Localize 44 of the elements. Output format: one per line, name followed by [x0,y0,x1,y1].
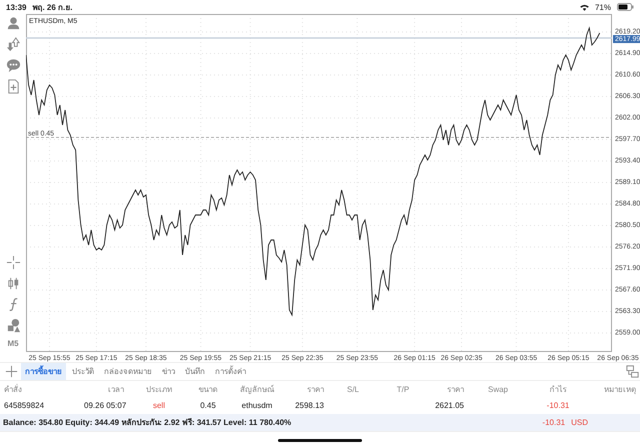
status-date: พฤ. 26 ก.ย. [32,2,72,14]
tab[interactable]: ประวัติ [68,363,98,380]
column-header: Swap [486,384,509,394]
objects-icon[interactable] [6,318,20,333]
tab[interactable]: กล่องจดหมาย [100,363,156,380]
tab[interactable]: บันทึก [181,363,209,380]
tab[interactable]: ข่าว [158,363,179,380]
battery-icon [617,3,634,11]
column-header: ประเภท [145,384,173,396]
table-cell-text: sell [152,401,166,410]
tab[interactable]: การตั้งค่า [211,363,250,380]
table-cell-text: 2621.05 [434,401,465,410]
table-cell-text: 645859824 [3,401,46,410]
table-cell-text: 2598.13 [294,401,325,410]
timeframe-button[interactable]: M5 [7,339,19,348]
column-header: กำไร [548,384,568,396]
total-profit: -10.31 [542,418,566,427]
crosshair-icon[interactable] [6,255,20,270]
account-summary: Balance: 354.80 Equity: 344.49 หลักประกัน: 2.92 ฟรี: 341.57 Level: 11 780.40% [3,417,292,429]
status-time: 13:39 [6,2,26,12]
table-cell-text: ethusdm [240,401,274,410]
layout-icon[interactable] [625,364,640,379]
column-header: หมายเหตุ [603,384,637,396]
column-header: ราคา [306,384,325,396]
candles-icon[interactable] [6,276,20,291]
trade-arrows-icon[interactable] [6,37,20,52]
currency-label: USD [571,418,588,427]
column-header: T/P [396,384,410,394]
chat-icon[interactable] [6,58,20,73]
battery-percent: 71% [594,2,611,12]
new-document-icon[interactable] [6,79,20,94]
column-header: ราคา [446,384,465,396]
table-cell-text: -10.31 [546,401,570,410]
column-header: S/L [346,384,360,394]
column-header: สัญลักษณ์ [239,384,276,396]
table-cell-text: 09.26 05:07 [83,401,128,410]
column-header: ขนาด [198,384,218,396]
table-cell-text: 0.45 [199,401,217,410]
column-header: เวลา [107,384,125,396]
account-icon[interactable] [6,16,20,31]
add-icon[interactable] [4,364,19,379]
column-header: คำสั่ง [3,383,23,396]
tab[interactable]: การซื้อขาย [21,363,66,380]
wifi-icon [580,4,589,10]
